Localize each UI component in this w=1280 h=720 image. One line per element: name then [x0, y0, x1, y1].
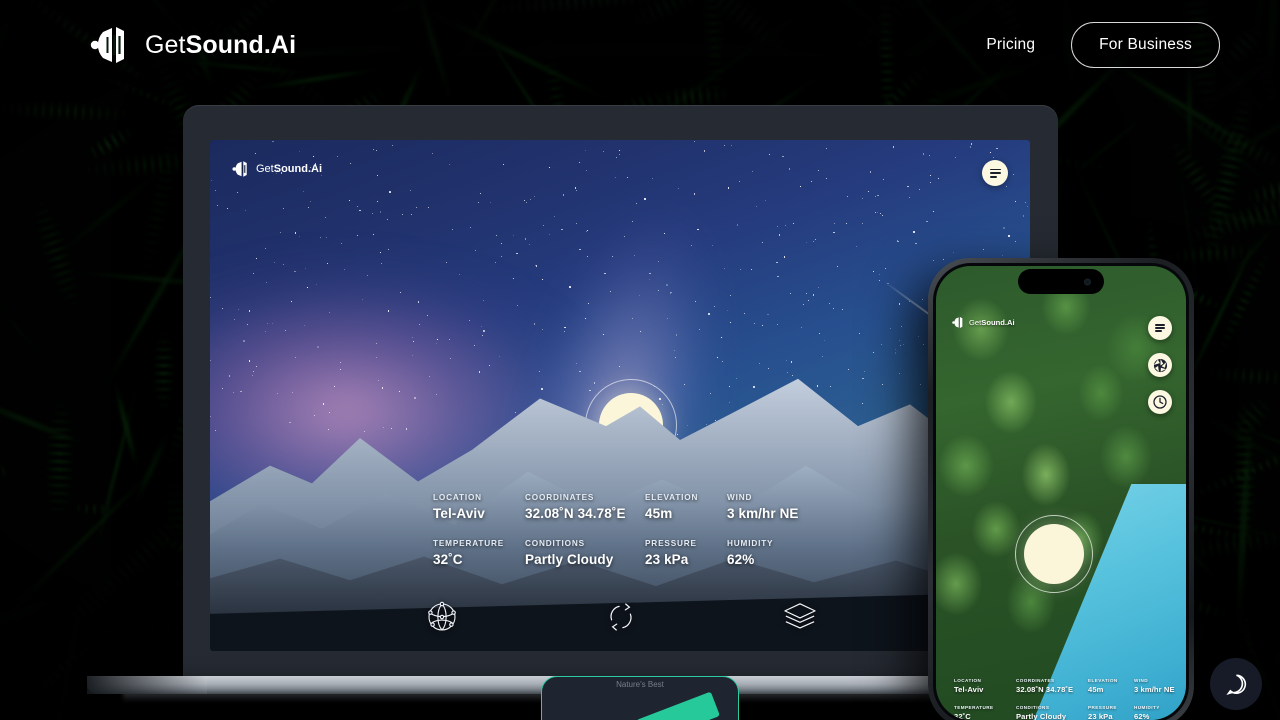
data-label: ELEVATION — [1088, 678, 1118, 683]
data-cell-coordinates: COORDINATES 32.08˚N 34.78˚E — [1016, 678, 1088, 694]
aperture-icon[interactable] — [1148, 353, 1172, 377]
data-value: 45m — [1088, 685, 1104, 694]
data-label: WIND — [727, 493, 753, 502]
data-value: 62% — [1134, 712, 1150, 720]
laptop-screen-logo: GetSound.Ai — [232, 160, 322, 178]
weather-data-grid: LOCATION Tel-Aviv COORDINATES 32.08˚N 34.78… — [433, 493, 833, 567]
data-label: LOCATION — [954, 678, 982, 683]
data-label: CONDITIONS — [1016, 705, 1050, 710]
phone-icon-stack — [1148, 316, 1172, 414]
hamburger-bars — [989, 168, 1001, 178]
data-cell-location: LOCATION Tel-Aviv — [954, 678, 1016, 694]
data-value: 3 km/hr NE — [1134, 685, 1175, 694]
data-cell-elevation: ELEVATION 45m — [645, 493, 727, 521]
for-business-button[interactable]: For Business — [1071, 22, 1220, 68]
data-value: 3 km/hr NE — [727, 506, 799, 521]
data-value: 23 kPa — [645, 552, 689, 567]
laptop-screen: GetSound.Ai LOCATION Tel-Aviv COORDINATES 3… — [210, 140, 1030, 651]
teal-accent-shape — [635, 691, 721, 720]
data-value: 62% — [727, 552, 755, 567]
data-cell-coordinates: COORDINATES 32.08˚N 34.78˚E — [525, 493, 645, 521]
data-label: COORDINATES — [1016, 678, 1055, 683]
laptop-screen-header: GetSound.Ai — [232, 160, 1008, 186]
clock-icon[interactable] — [1148, 390, 1172, 414]
hamburger-bars — [1155, 324, 1165, 332]
data-label: CONDITIONS — [525, 539, 585, 548]
phone-screen: GetSound.Ai LOCATION Tel-Aviv COORDINATE… — [936, 266, 1186, 720]
nav-link-pricing[interactable]: Pricing — [986, 36, 1035, 54]
data-value: Partly Cloudy — [1016, 712, 1067, 720]
data-label: HUMIDITY — [1134, 705, 1160, 710]
dynamic-island — [1018, 269, 1104, 294]
refresh-sync-icon[interactable] — [601, 597, 641, 637]
data-cell-humidity: HUMIDITY 62% — [1134, 705, 1186, 720]
data-value: 23 kPa — [1088, 712, 1113, 720]
data-label: TEMPERATURE — [433, 539, 505, 548]
data-label: PRESSURE — [645, 539, 697, 548]
bottom-promo-card[interactable]: Nature's Best — [541, 676, 739, 720]
data-cell-temperature: TEMPERATURE 32˚C — [433, 539, 525, 567]
data-value: 32.08˚N 34.78˚E — [1016, 685, 1074, 694]
data-value: 32˚C — [433, 552, 463, 567]
moon-icon — [1024, 524, 1084, 584]
phone-screen-logo-text: GetSound.Ai — [969, 318, 1015, 327]
network-globe-icon[interactable] — [422, 597, 462, 637]
laptop-mockup: GetSound.Ai LOCATION Tel-Aviv COORDINATES 3… — [87, 105, 1153, 702]
phone-screen-logo: GetSound.Ai — [952, 316, 1015, 329]
data-value: 32˚C — [954, 712, 971, 720]
phone-weather-data-grid: LOCATION Tel-Aviv COORDINATES 32.08˚N 34.78… — [954, 678, 1186, 720]
nav-links: Pricing For Business — [986, 22, 1220, 68]
hamburger-menu-icon[interactable] — [982, 160, 1008, 186]
top-navigation-bar: GetSound.Ai Pricing For Business — [0, 0, 1280, 90]
site-logo[interactable]: GetSound.Ai — [90, 24, 296, 66]
data-cell-humidity: HUMIDITY 62% — [727, 539, 833, 567]
phone-bezel: GetSound.Ai LOCATION Tel-Aviv COORDINATE… — [933, 263, 1189, 720]
data-label: TEMPERATURE — [954, 705, 994, 710]
bottom-card-title: Nature's Best — [616, 680, 664, 689]
phone-screen-header: GetSound.Ai — [952, 316, 1172, 414]
data-label: LOCATION — [433, 493, 482, 502]
data-value: Tel-Aviv — [433, 506, 485, 521]
chat-bubble-icon[interactable] — [1210, 658, 1262, 710]
layers-stack-icon[interactable] — [780, 597, 820, 637]
data-cell-wind: WIND 3 km/hr NE — [1134, 678, 1186, 694]
hamburger-menu-icon[interactable] — [1148, 316, 1172, 340]
laptop-screen-logo-text: GetSound.Ai — [256, 163, 323, 175]
data-cell-conditions: CONDITIONS Partly Cloudy — [1016, 705, 1088, 720]
laptop-tool-row — [422, 597, 820, 637]
data-cell-location: LOCATION Tel-Aviv — [433, 493, 525, 521]
data-label: PRESSURE — [1088, 705, 1117, 710]
data-value: 32.08˚N 34.78˚E — [525, 506, 626, 521]
data-value: Tel-Aviv — [954, 685, 984, 694]
data-cell-elevation: ELEVATION 45m — [1088, 678, 1134, 694]
data-value: 45m — [645, 506, 673, 521]
phone-mockup: GetSound.Ai LOCATION Tel-Aviv COORDINATE… — [928, 258, 1194, 720]
data-label: COORDINATES — [525, 493, 595, 502]
soundwave-logo-icon — [90, 24, 136, 66]
site-logo-text: GetSound.Ai — [145, 30, 297, 59]
data-label: WIND — [1134, 678, 1149, 683]
soundwave-logo-icon — [232, 160, 252, 178]
data-cell-temperature: TEMPERATURE 32˚C — [954, 705, 1016, 720]
data-cell-pressure: PRESSURE 23 kPa — [1088, 705, 1134, 720]
data-value: Partly Cloudy — [525, 552, 614, 567]
data-label: ELEVATION — [645, 493, 699, 502]
data-cell-pressure: PRESSURE 23 kPa — [645, 539, 727, 567]
data-label: HUMIDITY — [727, 539, 774, 548]
data-cell-conditions: CONDITIONS Partly Cloudy — [525, 539, 645, 567]
data-cell-wind: WIND 3 km/hr NE — [727, 493, 833, 521]
soundwave-logo-icon — [952, 316, 966, 329]
